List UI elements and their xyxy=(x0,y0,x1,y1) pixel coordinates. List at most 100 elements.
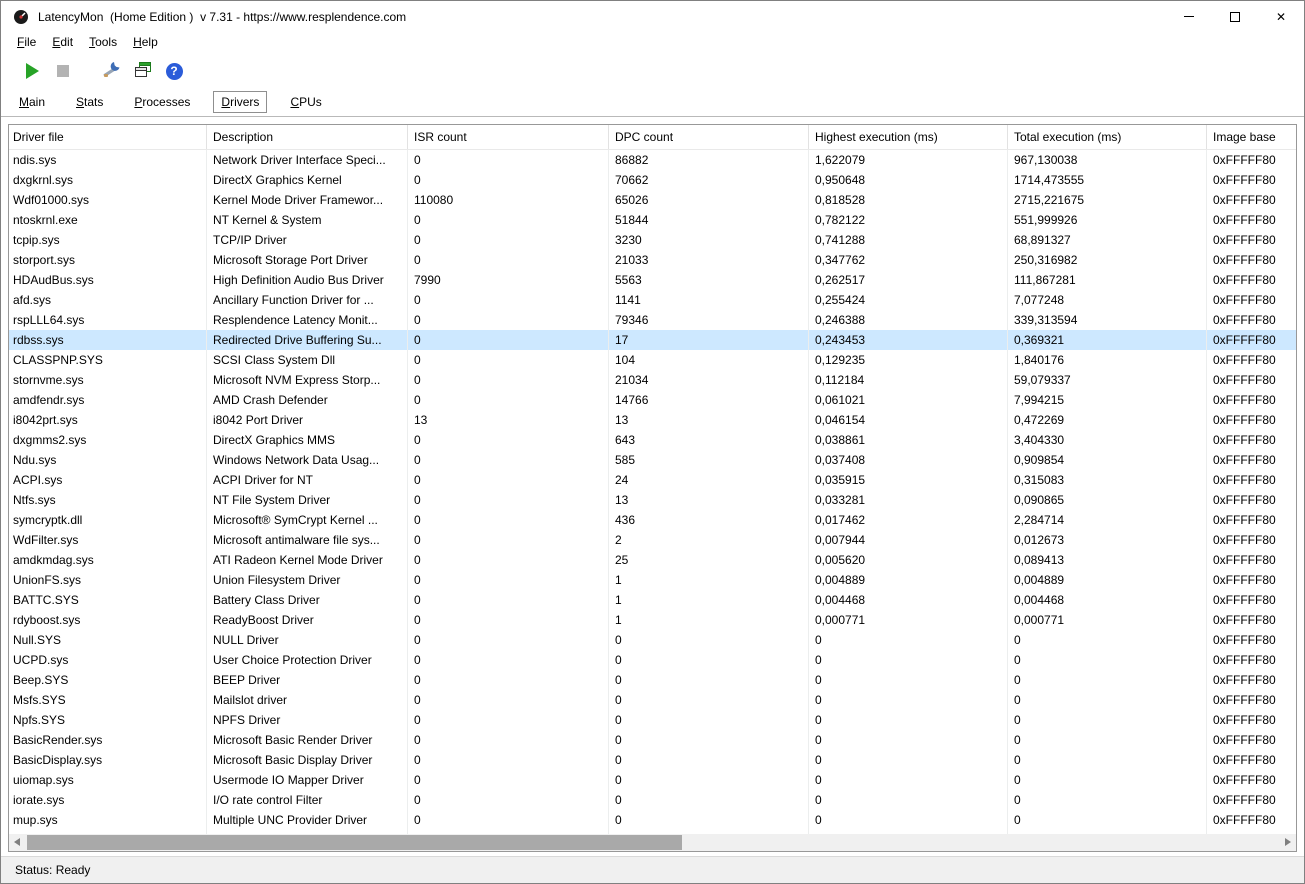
cell-isr-count: 0 xyxy=(408,630,609,650)
table-row[interactable]: ACPI.sys ACPI Driver for NT 0 24 0,03591… xyxy=(9,470,1296,490)
stop-monitor-button[interactable] xyxy=(50,58,76,84)
cell-description: ATI Radeon Kernel Mode Driver xyxy=(207,550,408,570)
tab[interactable]: Main xyxy=(11,91,53,113)
table-row[interactable]: ntoskrnl.exe NT Kernel & System 0 51844 … xyxy=(9,210,1296,230)
column-header-total-execution[interactable]: Total execution (ms) xyxy=(1008,125,1207,149)
cell-isr-count: 0 xyxy=(408,650,609,670)
cell-description: Battery Class Driver xyxy=(207,590,408,610)
table-row[interactable]: Wdf01000.sys Kernel Mode Driver Framewor… xyxy=(9,190,1296,210)
cell-driver-file: UnionFS.sys xyxy=(9,570,207,590)
table-row[interactable]: Ntfs.sys NT File System Driver 0 13 0,03… xyxy=(9,490,1296,510)
cell-highest-execution: 0,061021 xyxy=(809,390,1008,410)
cell-total-execution: 0 xyxy=(1008,690,1207,710)
cell-isr-count: 0 xyxy=(408,210,609,230)
status-text: Status: Ready xyxy=(15,863,90,877)
scroll-right-arrow-icon[interactable] xyxy=(1285,838,1291,846)
close-button[interactable]: ✕ xyxy=(1258,1,1304,32)
table-row[interactable]: uiomap.sys Usermode IO Mapper Driver 0 0… xyxy=(9,770,1296,790)
table-row[interactable]: storport.sys Microsoft Storage Port Driv… xyxy=(9,250,1296,270)
cell-dpc-count: 0 xyxy=(609,690,809,710)
table-row[interactable]: amdkmdag.sys ATI Radeon Kernel Mode Driv… xyxy=(9,550,1296,570)
table-row[interactable]: symcryptk.dll Microsoft® SymCrypt Kernel… xyxy=(9,510,1296,530)
title-bar[interactable]: LatencyMon (Home Edition ) v 7.31 - http… xyxy=(1,1,1304,32)
table-row[interactable]: rdyboost.sys ReadyBoost Driver 0 1 0,000… xyxy=(9,610,1296,630)
column-header-description[interactable]: Description xyxy=(207,125,408,149)
start-monitor-button[interactable] xyxy=(19,58,45,84)
table-row[interactable]: stornvme.sys Microsoft NVM Express Storp… xyxy=(9,370,1296,390)
cell-description: Multiple UNC Provider Driver xyxy=(207,810,408,830)
table-row[interactable]: BasicRender.sys Microsoft Basic Render D… xyxy=(9,730,1296,750)
column-header-image-base[interactable]: Image base xyxy=(1207,125,1296,149)
cell-description: NT File System Driver xyxy=(207,490,408,510)
table-row[interactable]: Null.SYS NULL Driver 0 0 0 0 0xFFFFF80 xyxy=(9,630,1296,650)
cell-description: DirectX Graphics Kernel xyxy=(207,170,408,190)
cell-dpc-count: 104 xyxy=(609,350,809,370)
table-row[interactable]: i8042prt.sys i8042 Port Driver 13 13 0,0… xyxy=(9,410,1296,430)
table-row[interactable]: CLASSPNP.SYS SCSI Class System Dll 0 104… xyxy=(9,350,1296,370)
cell-image-base: 0xFFFFF80 xyxy=(1207,150,1296,170)
minimize-button[interactable] xyxy=(1166,1,1212,32)
cell-total-execution: 0,004468 xyxy=(1008,590,1207,610)
table-row[interactable]: Beep.SYS BEEP Driver 0 0 0 0 0xFFFFF80 xyxy=(9,670,1296,690)
cell-driver-file: rdyboost.sys xyxy=(9,610,207,630)
table-row[interactable]: Npfs.SYS NPFS Driver 0 0 0 0 0xFFFFF80 xyxy=(9,710,1296,730)
table-row[interactable]: Msfs.SYS Mailslot driver 0 0 0 0 0xFFFFF… xyxy=(9,690,1296,710)
table-row[interactable]: dxgmms2.sys DirectX Graphics MMS 0 643 0… xyxy=(9,430,1296,450)
tab[interactable]: Stats xyxy=(68,91,111,113)
table-row[interactable]: UnionFS.sys Union Filesystem Driver 0 1 … xyxy=(9,570,1296,590)
table-row[interactable]: dxgkrnl.sys DirectX Graphics Kernel 0 70… xyxy=(9,170,1296,190)
help-button[interactable]: ? xyxy=(161,58,187,84)
cell-image-base: 0xFFFFF80 xyxy=(1207,710,1296,730)
cell-total-execution: 0 xyxy=(1008,630,1207,650)
maximize-button[interactable] xyxy=(1212,1,1258,32)
table-row[interactable]: tcpip.sys TCP/IP Driver 0 3230 0,741288 … xyxy=(9,230,1296,250)
menu-item[interactable]: Edit xyxy=(44,32,81,52)
horizontal-scrollbar[interactable] xyxy=(9,834,1296,851)
cell-driver-file: iorate.sys xyxy=(9,790,207,810)
scroll-left-arrow-icon[interactable] xyxy=(14,838,20,846)
table-row[interactable]: rdbss.sys Redirected Drive Buffering Su.… xyxy=(9,330,1296,350)
tab[interactable]: Processes xyxy=(126,91,198,113)
scrollbar-thumb[interactable] xyxy=(27,835,682,850)
cell-isr-count: 0 xyxy=(408,430,609,450)
cell-description: BEEP Driver xyxy=(207,670,408,690)
cell-driver-file: rdbss.sys xyxy=(9,330,207,350)
tab[interactable]: Drivers xyxy=(213,91,267,113)
windows-icon xyxy=(134,61,152,82)
table-row[interactable]: amdfendr.sys AMD Crash Defender 0 14766 … xyxy=(9,390,1296,410)
column-header-dpc-count[interactable]: DPC count xyxy=(609,125,809,149)
table-row[interactable]: ndis.sys Network Driver Interface Speci.… xyxy=(9,150,1296,170)
menu-item[interactable]: File xyxy=(9,32,44,52)
cell-description: NT Kernel & System xyxy=(207,210,408,230)
cell-dpc-count: 65026 xyxy=(609,190,809,210)
table-row[interactable]: BasicDisplay.sys Microsoft Basic Display… xyxy=(9,750,1296,770)
cell-driver-file: Null.SYS xyxy=(9,630,207,650)
cell-driver-file: BasicDisplay.sys xyxy=(9,750,207,770)
cell-isr-count: 0 xyxy=(408,710,609,730)
cell-image-base: 0xFFFFF80 xyxy=(1207,770,1296,790)
help-icon: ? xyxy=(166,63,183,80)
table-row[interactable]: afd.sys Ancillary Function Driver for ..… xyxy=(9,290,1296,310)
tab[interactable]: CPUs xyxy=(282,91,329,113)
table-row[interactable]: BATTC.SYS Battery Class Driver 0 1 0,004… xyxy=(9,590,1296,610)
column-header-highest-execution[interactable]: Highest execution (ms) xyxy=(809,125,1008,149)
cell-description: User Choice Protection Driver xyxy=(207,650,408,670)
table-rows[interactable]: ndis.sys Network Driver Interface Speci.… xyxy=(9,150,1296,834)
report-button[interactable] xyxy=(130,58,156,84)
menu-item[interactable]: Help xyxy=(125,32,166,52)
table-row[interactable]: iorate.sys I/O rate control Filter 0 0 0… xyxy=(9,790,1296,810)
table-row[interactable]: WdFilter.sys Microsoft antimalware file … xyxy=(9,530,1296,550)
column-header-isr-count[interactable]: ISR count xyxy=(408,125,609,149)
table-row[interactable]: Ndu.sys Windows Network Data Usag... 0 5… xyxy=(9,450,1296,470)
cell-description: i8042 Port Driver xyxy=(207,410,408,430)
table-row[interactable]: HDAudBus.sys High Definition Audio Bus D… xyxy=(9,270,1296,290)
table-row[interactable]: mup.sys Multiple UNC Provider Driver 0 0… xyxy=(9,810,1296,830)
column-header-driver-file[interactable]: Driver file xyxy=(9,125,207,149)
cell-description: ReadyBoost Driver xyxy=(207,610,408,630)
cell-driver-file: tcpip.sys xyxy=(9,230,207,250)
table-row[interactable]: rspLLL64.sys Resplendence Latency Monit.… xyxy=(9,310,1296,330)
table-row[interactable]: UCPD.sys User Choice Protection Driver 0… xyxy=(9,650,1296,670)
cell-driver-file: storport.sys xyxy=(9,250,207,270)
menu-item[interactable]: Tools xyxy=(81,32,125,52)
options-button[interactable] xyxy=(99,58,125,84)
